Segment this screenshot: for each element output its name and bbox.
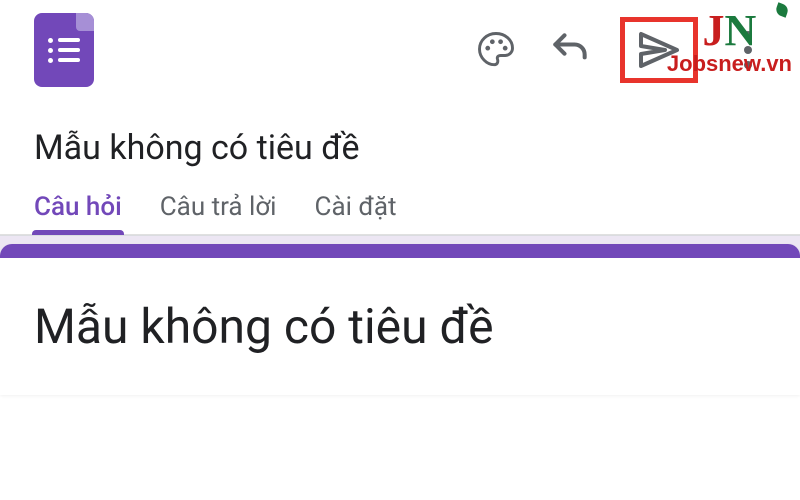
- form-header-card[interactable]: Mẫu không có tiêu đề: [0, 244, 800, 395]
- watermark-n: N: [725, 6, 757, 55]
- watermark-site: Jobsnew.vn: [667, 53, 792, 75]
- tabs: Câu hỏi Câu trả lời Cài đặt: [0, 186, 800, 235]
- form-card-title[interactable]: Mẫu không có tiêu đề: [34, 298, 766, 355]
- leaf-icon: [774, 2, 789, 17]
- watermark-j: J: [703, 6, 725, 55]
- watermark-logo: JN Jobsnew.vn: [667, 8, 792, 75]
- tab-settings[interactable]: Cài đặt: [315, 192, 397, 234]
- forms-icon-lines: [48, 33, 80, 68]
- google-forms-icon[interactable]: [34, 13, 94, 87]
- form-canvas: Mẫu không có tiêu đề: [0, 235, 800, 395]
- toolbar: JN Jobsnew.vn: [0, 0, 800, 100]
- theme-icon[interactable]: [472, 26, 520, 74]
- tab-questions[interactable]: Câu hỏi: [34, 192, 122, 234]
- tab-responses[interactable]: Câu trả lời: [160, 192, 277, 234]
- undo-icon[interactable]: [546, 26, 594, 74]
- form-title[interactable]: Mẫu không có tiêu đề: [0, 100, 800, 186]
